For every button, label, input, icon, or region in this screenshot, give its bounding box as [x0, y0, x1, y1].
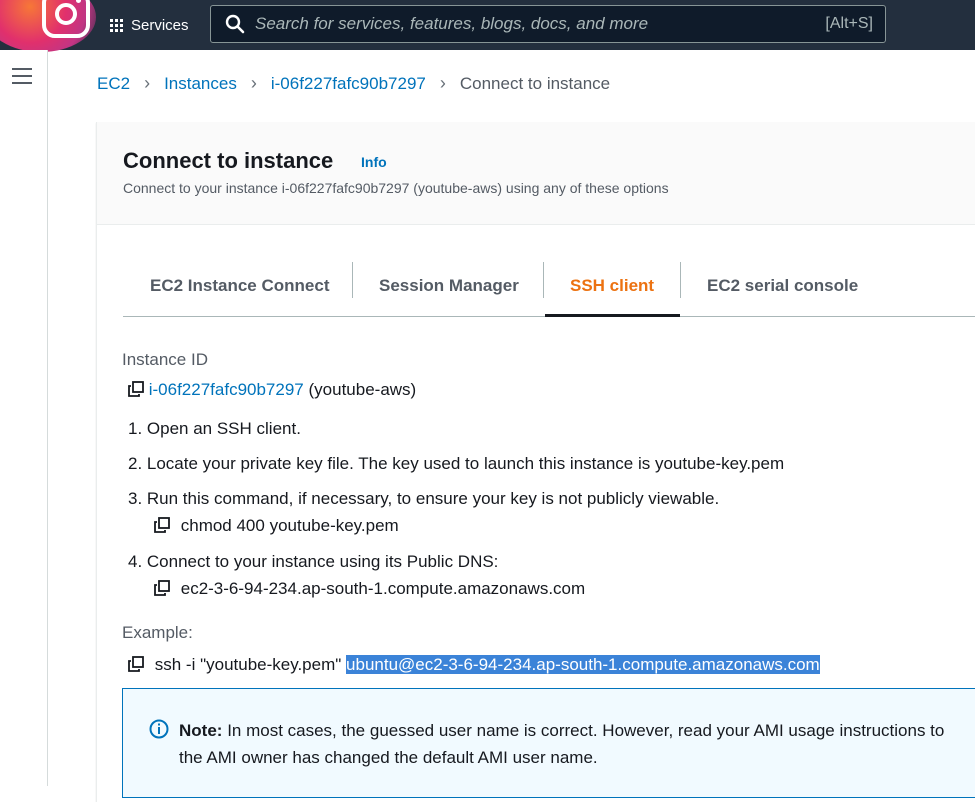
- tab-divider: [543, 262, 544, 298]
- tab-ssh-client[interactable]: SSH client: [570, 258, 654, 314]
- chmod-command: chmod 400 youtube-key.pem: [180, 516, 399, 535]
- info-circle-icon: [149, 719, 169, 739]
- example-command-selected-text[interactable]: ubuntu@ec2-3-6-94-234.ap-south-1.compute…: [346, 655, 820, 674]
- note-line-1: In most cases, the guessed user name is …: [227, 721, 945, 740]
- instance-name: (youtube-aws): [308, 380, 417, 399]
- tab-ec2-serial-console[interactable]: EC2 serial console: [707, 258, 858, 314]
- hamburger-menu-icon[interactable]: [12, 68, 32, 89]
- instance-id-row: i-06f227fafc90b7297 (youtube-aws): [128, 380, 416, 400]
- breadcrumb-link-instances[interactable]: Instances: [164, 74, 237, 94]
- example-command-prefix: ssh -i "youtube-key.pem": [154, 655, 342, 674]
- services-menu-button[interactable]: Services: [110, 12, 189, 38]
- step-3: 3. Run this command, if necessary, to en…: [128, 489, 720, 508]
- tab-divider: [352, 262, 353, 298]
- search-shortcut-hint: [Alt+S]: [825, 15, 873, 32]
- public-dns-value: ec2-3-6-94-234.ap-south-1.compute.amazon…: [180, 579, 586, 598]
- page-description: Connect to your instance i-06f227fafc90b…: [123, 180, 669, 196]
- services-grid-icon: [110, 18, 123, 32]
- breadcrumb: EC2 › Instances › i-06f227fafc90b7297 › …: [97, 73, 610, 94]
- breadcrumb-link-ec2[interactable]: EC2: [97, 74, 130, 94]
- breadcrumb-link-instance-id[interactable]: i-06f227fafc90b7297: [271, 74, 426, 94]
- top-navigation-bar: Services Search for services, features, …: [0, 0, 975, 52]
- note-bold-label: Note:: [179, 721, 223, 740]
- tab-session-manager[interactable]: Session Manager: [379, 258, 519, 314]
- panel-header: Connect to instance Info Connect to your…: [97, 122, 975, 225]
- instagram-icon: [42, 0, 90, 38]
- public-dns-row: ec2-3-6-94-234.ap-south-1.compute.amazon…: [154, 579, 585, 599]
- copy-icon[interactable]: [154, 517, 170, 533]
- chevron-right-icon: ›: [250, 73, 257, 93]
- chevron-right-icon: ›: [144, 73, 151, 93]
- services-label: Services: [131, 16, 189, 34]
- note-text: Note: In most cases, the guessed user na…: [179, 717, 975, 771]
- side-navigation: [0, 50, 48, 786]
- example-label: Example:: [122, 623, 193, 642]
- breadcrumb-current: Connect to instance: [459, 73, 611, 93]
- search-placeholder: Search for services, features, blogs, do…: [255, 14, 649, 33]
- info-link[interactable]: Info: [361, 154, 387, 170]
- tab-ec2-instance-connect[interactable]: EC2 Instance Connect: [150, 258, 330, 314]
- example-command-row: ssh -i "youtube-key.pem" ubuntu@ec2-3-6-…: [128, 655, 820, 675]
- search-input[interactable]: Search for services, features, blogs, do…: [210, 5, 886, 43]
- chmod-command-row: chmod 400 youtube-key.pem: [154, 516, 399, 536]
- chevron-right-icon: ›: [439, 73, 446, 93]
- active-tab-indicator: [545, 314, 680, 317]
- note-line-2: the AMI owner has changed the default AM…: [179, 748, 598, 767]
- step-2: 2. Locate your private key file. The key…: [128, 454, 785, 473]
- note-alert: Note: In most cases, the guessed user na…: [122, 688, 975, 798]
- copy-icon[interactable]: [128, 381, 144, 397]
- step-4: 4. Connect to your instance using its Pu…: [128, 552, 499, 571]
- copy-icon[interactable]: [128, 656, 144, 672]
- tab-divider: [680, 262, 681, 298]
- connection-tabs: EC2 Instance Connect Session Manager SSH…: [123, 258, 975, 317]
- instance-id-label: Instance ID: [122, 350, 208, 369]
- copy-icon[interactable]: [154, 580, 170, 596]
- search-icon: [225, 14, 245, 34]
- instance-id-link[interactable]: i-06f227fafc90b7297: [149, 380, 304, 399]
- page-title: Connect to instance: [123, 148, 334, 173]
- step-1: 1. Open an SSH client.: [128, 419, 301, 438]
